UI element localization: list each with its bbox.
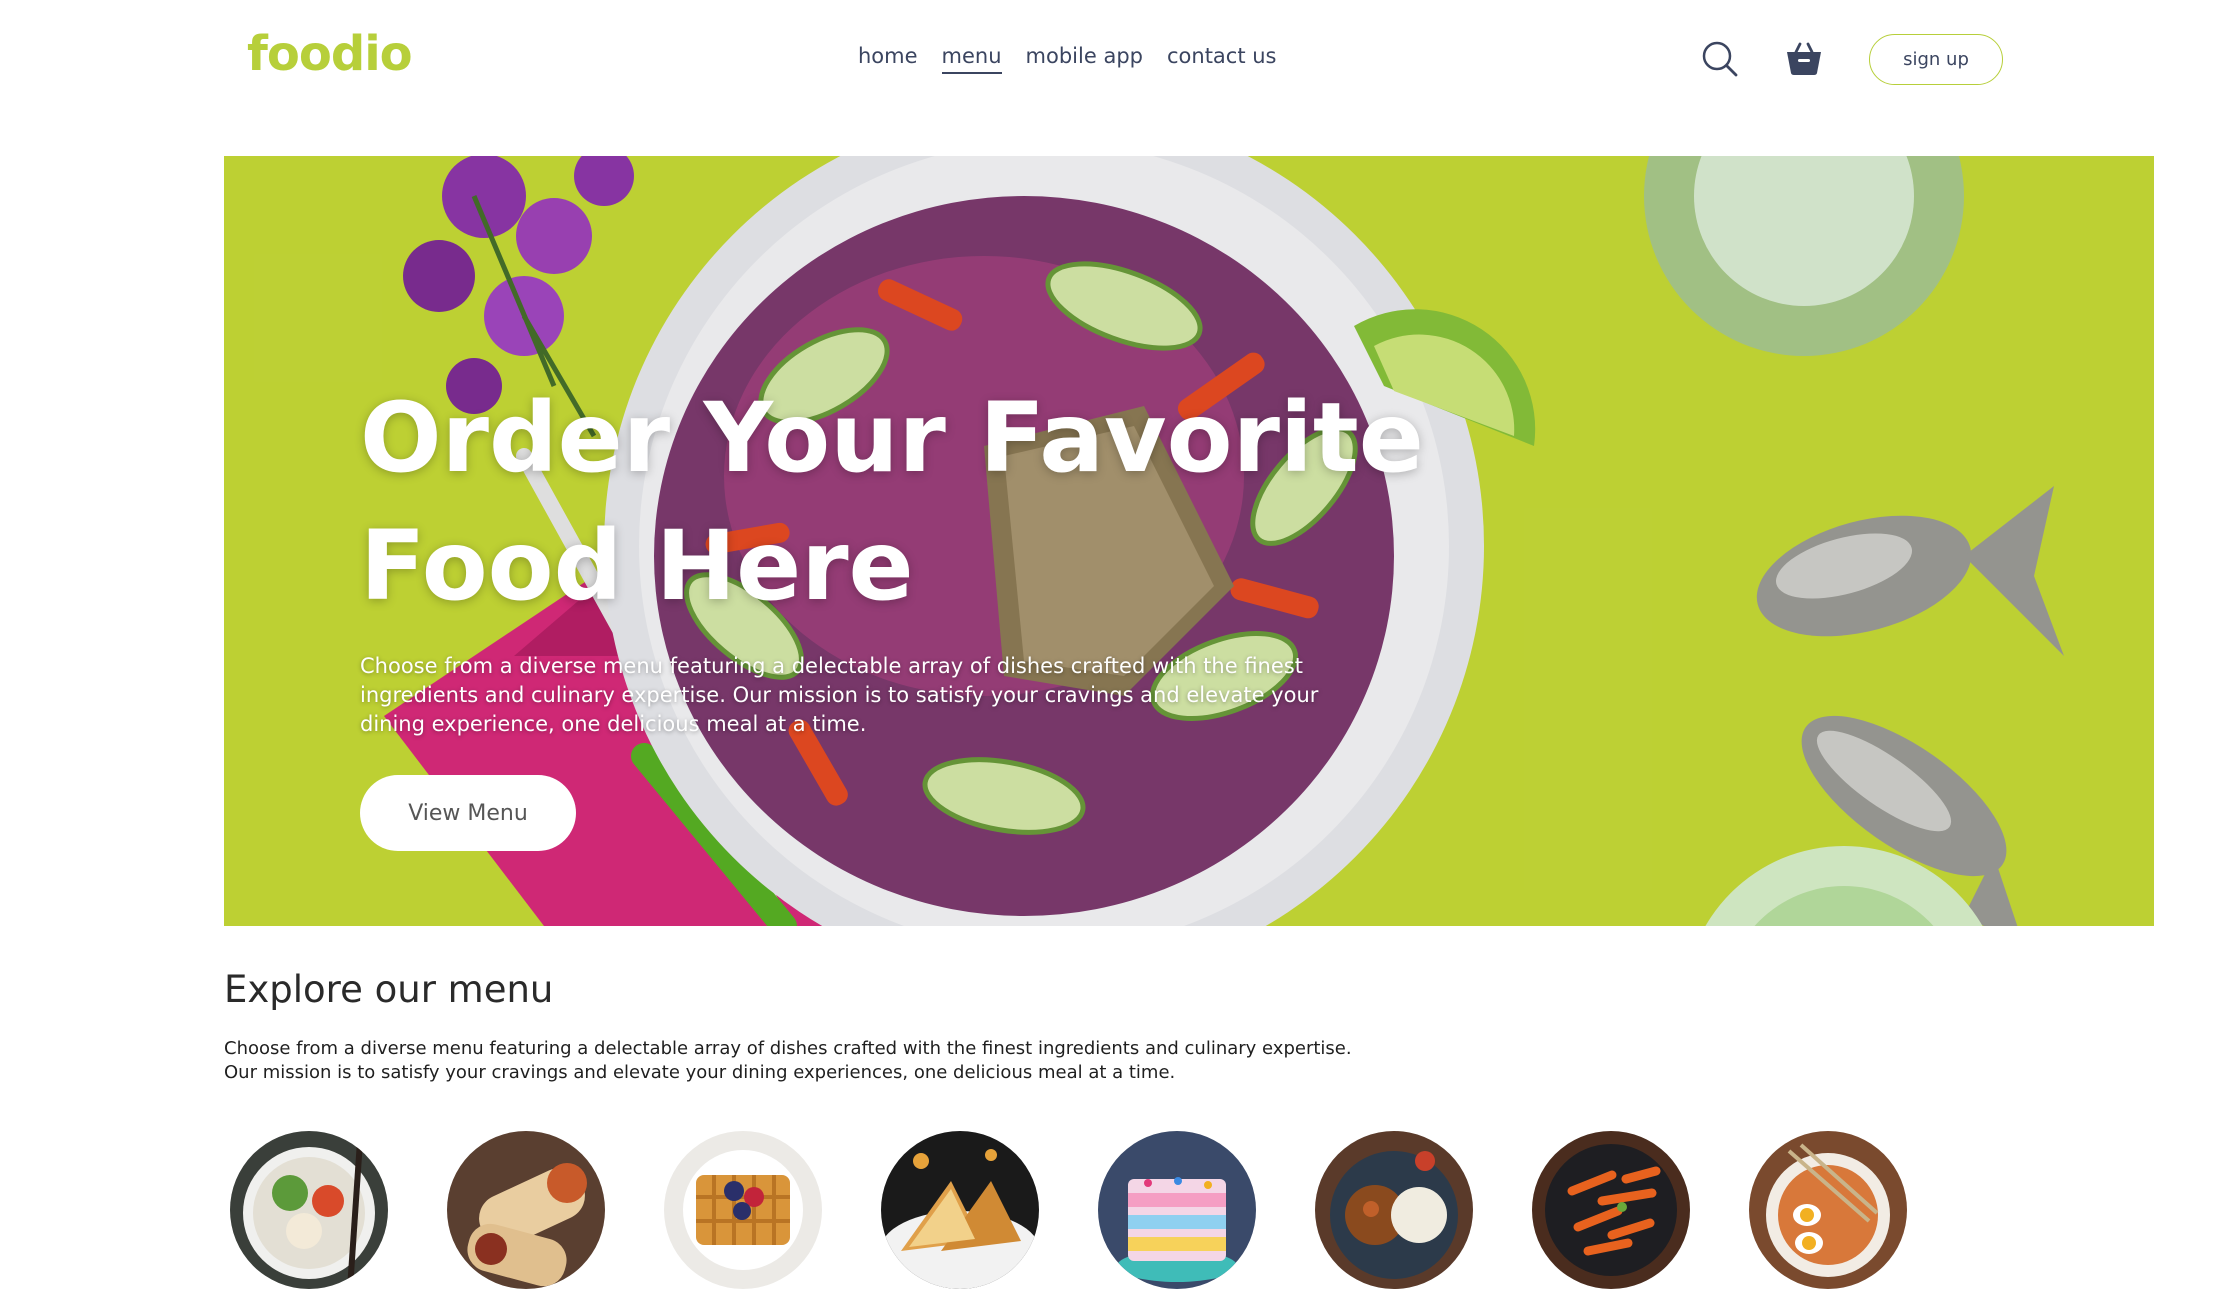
nav-item-menu[interactable]: menu (941, 44, 1002, 74)
hero-description: Choose from a diverse menu featuring a d… (360, 654, 1319, 736)
hero-banner: Order Your Favorite Food Here Choose fro… (224, 156, 2154, 926)
basket-icon[interactable] (1781, 36, 1827, 82)
search-icon[interactable] (1697, 36, 1743, 82)
explore-description-line-1: Choose from a diverse menu featuring a d… (224, 1038, 1352, 1059)
salad-bowl-icon[interactable] (230, 1131, 388, 1289)
explore-description-line-2: Our mission is to satisfy your cravings … (224, 1062, 1176, 1083)
hero-title: Order Your Favorite Food Here (360, 382, 1424, 622)
brand-logo[interactable]: foodio (247, 26, 413, 82)
pasta-icon[interactable] (1532, 1131, 1690, 1289)
waffle-icon[interactable] (664, 1131, 822, 1289)
nav-item-contact-us[interactable]: contact us (1167, 44, 1277, 74)
wrap-icon[interactable] (447, 1131, 605, 1289)
view-menu-button[interactable]: View Menu (360, 775, 576, 851)
nav-item-mobile-app[interactable]: mobile app (1026, 44, 1143, 74)
menu-category-list (230, 1131, 1907, 1289)
main-nav: home menu mobile app contact us (858, 44, 1277, 74)
sandwich-icon[interactable] (881, 1131, 1039, 1289)
cake-icon[interactable] (1098, 1131, 1256, 1289)
sign-up-button[interactable]: sign up (1869, 34, 2003, 85)
noodle-bowl-icon[interactable] (1749, 1131, 1907, 1289)
explore-title: Explore our menu (224, 968, 554, 1011)
nav-item-home[interactable]: home (858, 44, 918, 74)
explore-description: Choose from a diverse menu featuring a d… (224, 1037, 1574, 1085)
curry-plate-icon[interactable] (1315, 1131, 1473, 1289)
